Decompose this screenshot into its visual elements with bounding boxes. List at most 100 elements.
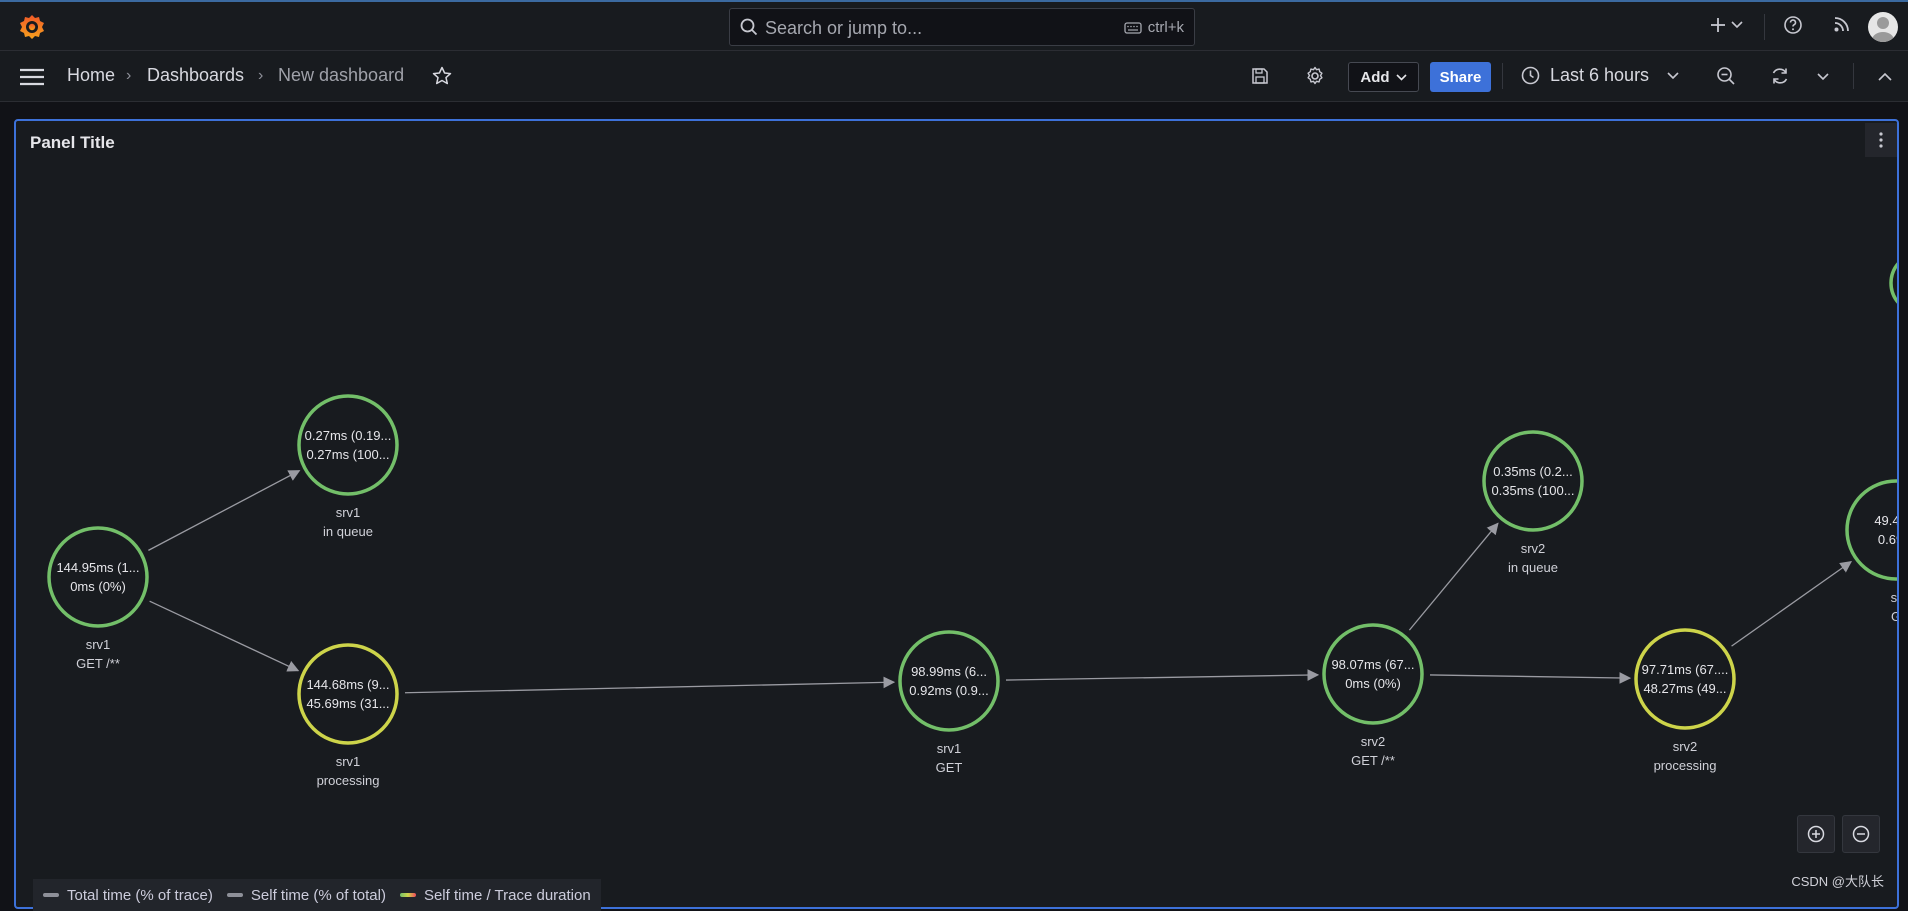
watermark: CSDN @大队长 — [1791, 874, 1884, 889]
node-circle[interactable] — [297, 394, 399, 496]
node-title: srv2 — [1361, 734, 1386, 749]
shortcut-label: ctrl+k — [1147, 19, 1184, 36]
star-icon[interactable] — [432, 66, 452, 86]
legend-item[interactable]: Total time (% of trace) — [43, 887, 213, 904]
node-stat-total: 0.35ms (0.2... — [1493, 464, 1572, 479]
search-bar[interactable]: Search or jump to... ctrl+k — [729, 8, 1195, 46]
zoom-in-icon — [1807, 825, 1825, 843]
edge-arrow[interactable] — [149, 600, 300, 672]
legend-swatch — [226, 893, 243, 897]
breadcrumb-separator-icon: › — [126, 67, 132, 84]
graph-node[interactable]: 144.68ms (9... 45.69ms (31... srv1 processi… — [297, 643, 399, 788]
dashboard-nav-bar: Home › Dashboards › New dashboard Add Sh… — [0, 51, 1908, 102]
legend-item[interactable]: Self time (% of total) — [226, 886, 386, 904]
divider — [1502, 63, 1503, 89]
help-icon[interactable] — [1783, 15, 1803, 35]
graph-node[interactable] — [1889, 253, 1897, 313]
node-graph-legend: Total time (% of trace) Self time (% of … — [33, 879, 601, 911]
menu-icon[interactable] — [19, 67, 45, 87]
legend-label: Self time (% of total) — [250, 886, 386, 904]
node-stat-total: 144.68ms (9... — [306, 677, 389, 692]
time-range-label: Last 6 hours — [1550, 65, 1650, 85]
share-button[interactable]: Share — [1430, 62, 1491, 92]
chevron-up-icon[interactable] — [1878, 72, 1892, 81]
save-icon[interactable] — [1251, 67, 1269, 85]
edge-arrow[interactable] — [1408, 522, 1499, 631]
chevron-down-icon[interactable] — [1731, 21, 1743, 29]
node-circle[interactable] — [1845, 479, 1897, 581]
refresh-icon[interactable] — [1770, 66, 1790, 86]
node-title: srv1 — [336, 505, 361, 520]
chevron-down-icon[interactable] — [1817, 73, 1829, 81]
legend-swatch-gradient — [399, 893, 416, 897]
node-graph[interactable]: 144.95ms (1... 0ms (0%) srv1 GET /** 0.27ms … — [16, 121, 1897, 907]
grafana-logo-icon[interactable] — [17, 12, 47, 42]
graph-node[interactable]: 98.07ms (67... 0ms (0%) srv2 GET /** — [1322, 623, 1424, 768]
node-stat-total: 49.45m — [1874, 513, 1897, 528]
node-circle[interactable] — [1634, 628, 1736, 730]
edge-arrow[interactable] — [1429, 672, 1632, 684]
graph-node[interactable]: 97.71ms (67.... 48.27ms (49... srv2 process… — [1634, 628, 1736, 773]
breadcrumb-current: New dashboard — [278, 65, 405, 85]
node-stat-self: 48.27ms (49... — [1643, 681, 1726, 696]
breadcrumb-home[interactable]: Home — [67, 65, 115, 86]
zoom-out-button[interactable] — [1842, 815, 1880, 853]
zoom-out-time-icon[interactable] — [1716, 66, 1736, 86]
divider — [1764, 14, 1765, 40]
graph-node[interactable]: 0.35ms (0.2... 0.35ms (100... srv2 in queue — [1482, 430, 1584, 575]
node-stat-total: 97.71ms (67.... — [1642, 662, 1729, 677]
legend-label: Self time / Trace duration — [423, 886, 591, 904]
edge-arrow[interactable] — [404, 676, 896, 694]
search-placeholder: Search or jump to... — [765, 18, 923, 38]
node-title: srv1 — [336, 754, 361, 769]
node-title: srv2 — [1673, 739, 1698, 754]
legend-item[interactable]: Self time / Trace duration — [399, 886, 591, 904]
plus-icon[interactable] — [1708, 15, 1728, 35]
node-stat-total: 144.95ms (1... — [56, 560, 139, 575]
clock-icon — [1521, 66, 1540, 85]
node-circle[interactable] — [1322, 623, 1424, 725]
chevron-down-icon — [1396, 73, 1407, 81]
node-stat-self: 0.35ms (100... — [1491, 483, 1574, 498]
node-subtitle: GET /** — [76, 656, 120, 671]
edge-arrow[interactable] — [148, 470, 301, 551]
time-range-picker[interactable]: Last 6 hours — [1521, 65, 1679, 86]
node-title: srv1 — [937, 741, 962, 756]
node-circle[interactable] — [47, 526, 149, 628]
node-circle[interactable] — [1482, 430, 1584, 532]
breadcrumb-separator-icon: › — [258, 67, 264, 84]
node-subtitle: G — [1891, 609, 1897, 624]
edge-arrow[interactable] — [1731, 561, 1853, 647]
add-button[interactable]: Add — [1348, 62, 1419, 92]
panel[interactable]: Panel Title 144.95ms (1... 0ms (0%) srv1 GE… — [14, 119, 1899, 911]
edge-arrow[interactable] — [1005, 669, 1320, 681]
keyboard-icon — [1124, 21, 1142, 34]
divider — [1853, 63, 1854, 89]
add-button-label: Add — [1360, 68, 1390, 86]
graph-node[interactable]: 144.95ms (1... 0ms (0%) srv1 GET /** — [47, 526, 149, 671]
avatar[interactable] — [1868, 12, 1898, 42]
settings-gear-icon[interactable] — [1305, 66, 1325, 86]
rss-icon[interactable] — [1833, 15, 1851, 33]
search-icon — [740, 18, 758, 36]
node-circle[interactable] — [898, 630, 1000, 732]
node-stat-self: 0.92ms (0.9... — [909, 683, 988, 698]
node-stat-self: 0.27ms (100... — [306, 447, 389, 462]
node-stat-self: 0ms (0%) — [70, 579, 126, 594]
graph-node[interactable]: 98.99ms (6... 0.92ms (0.9... srv1 GET — [898, 630, 1000, 775]
node-circle[interactable] — [297, 643, 399, 745]
graph-node[interactable]: 49.45m 0.69m sr G — [1845, 479, 1897, 624]
node-subtitle: processing — [317, 773, 380, 788]
node-subtitle: GET /** — [1351, 753, 1395, 768]
node-title: srv2 — [1521, 541, 1546, 556]
breadcrumb-dashboards[interactable]: Dashboards — [147, 65, 244, 86]
search-shortcut: ctrl+k — [1124, 19, 1184, 36]
zoom-in-button[interactable] — [1797, 815, 1835, 853]
node-stat-self: 0ms (0%) — [1345, 676, 1401, 691]
zoom-out-icon — [1852, 825, 1870, 843]
node-subtitle: in queue — [1508, 560, 1558, 575]
graph-node[interactable]: 0.27ms (0.19... 0.27ms (100... srv1 in queu… — [297, 394, 399, 539]
node-stat-self: 45.69ms (31... — [306, 696, 389, 711]
legend-label: Total time (% of trace) — [67, 886, 213, 904]
node-subtitle: processing — [1654, 758, 1717, 773]
